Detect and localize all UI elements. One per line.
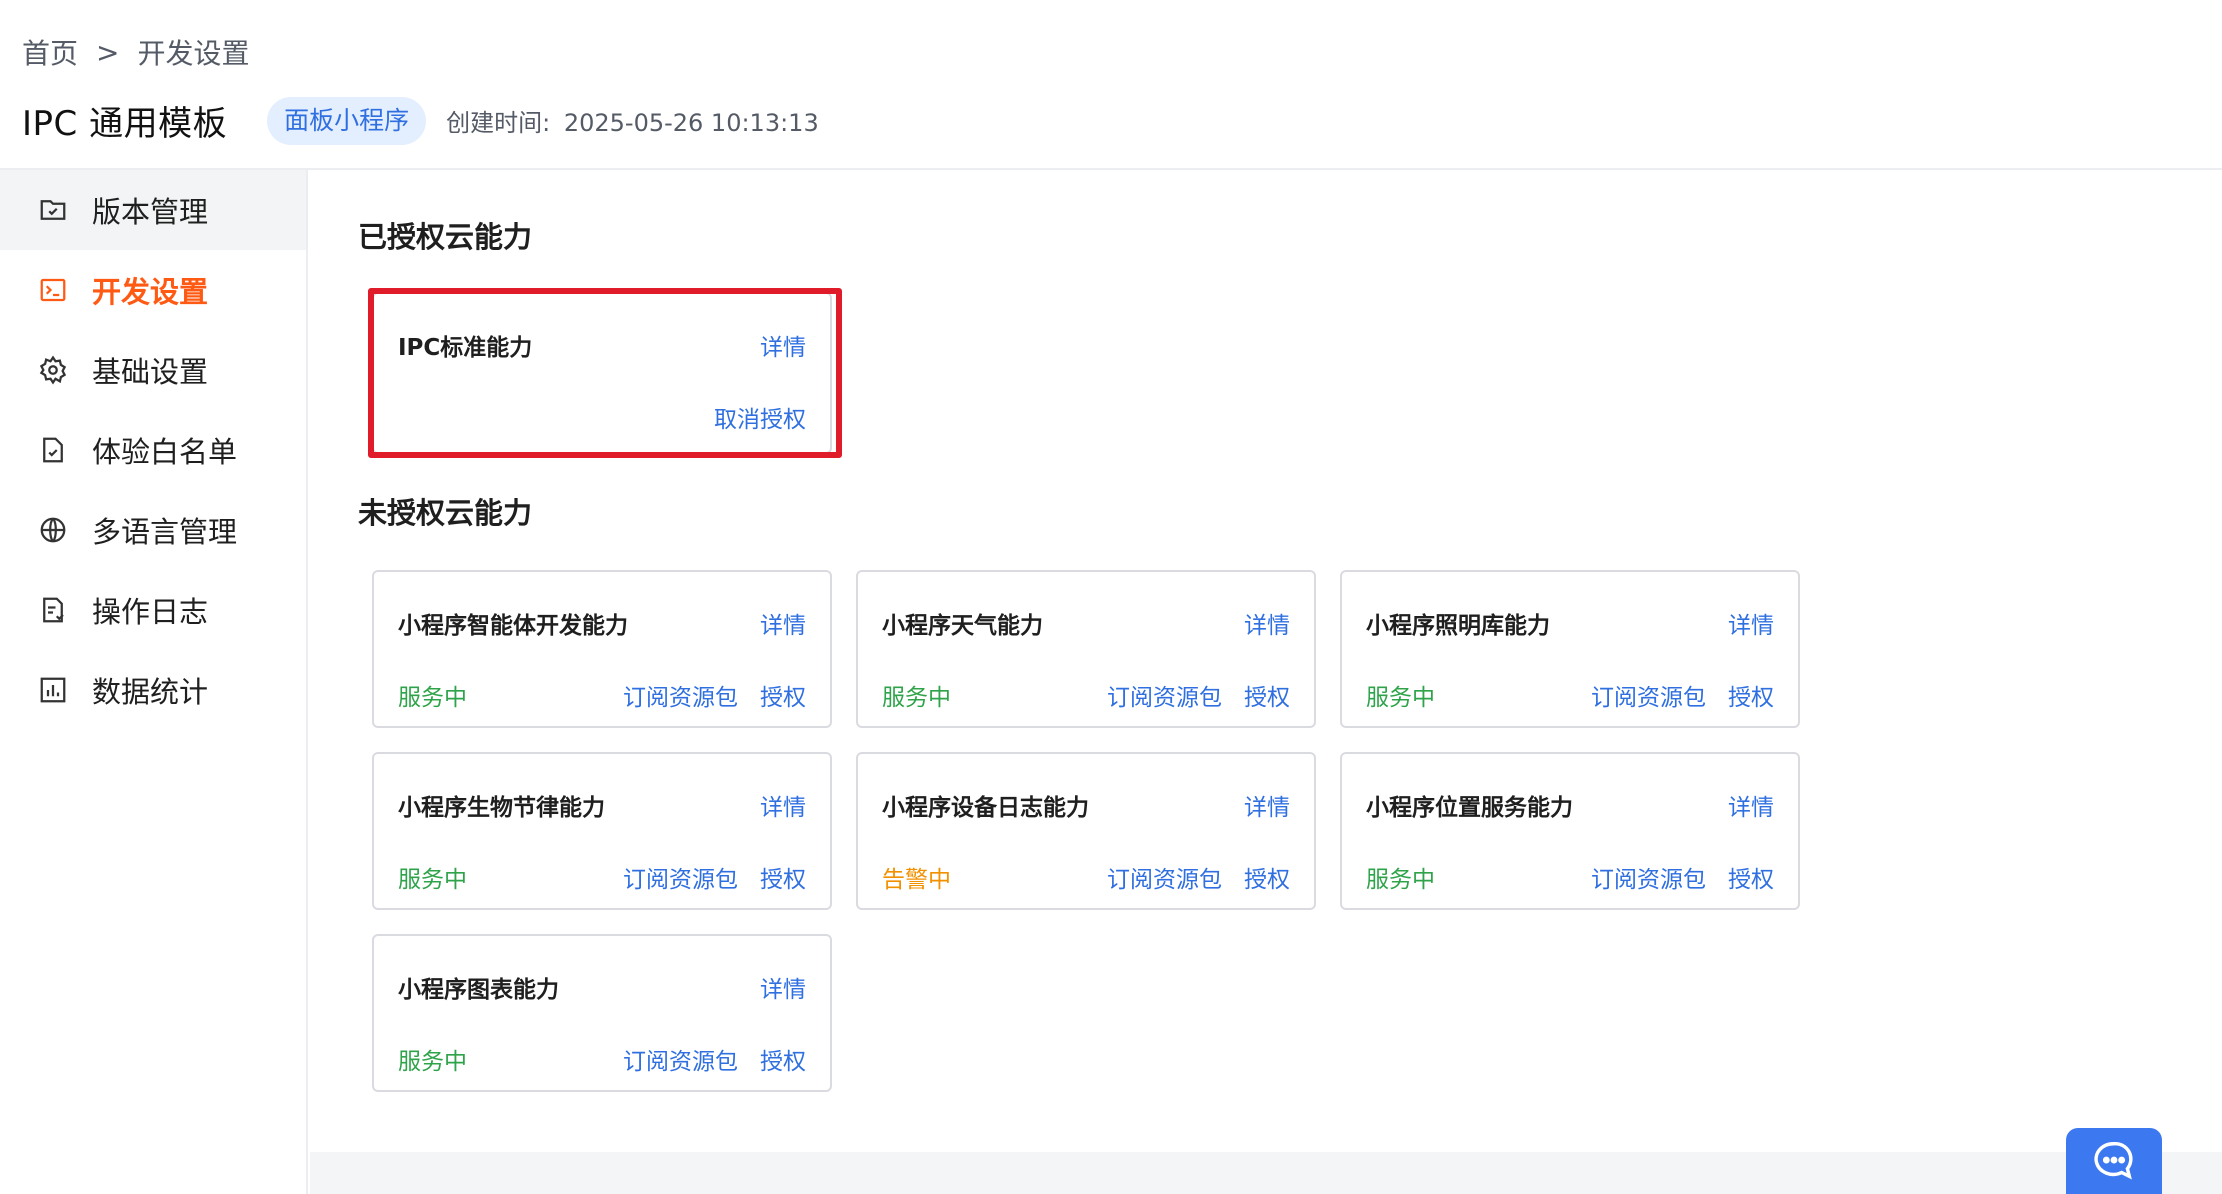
subscribe-package-link[interactable]: 订阅资源包 (1107, 678, 1222, 712)
status-badge: 服务中 (1366, 867, 1435, 893)
authorized-section-title: 已授权云能力 (358, 220, 533, 254)
card-title: 小程序位置服务能力 (1366, 795, 1573, 821)
sidebar-item-label: 体验白名单 (92, 435, 238, 469)
capability-card-agent-dev: 小程序智能体开发能力 详情 服务中 订阅资源包 授权 (372, 570, 832, 728)
card-actions: 订阅资源包 授权 (1107, 678, 1290, 712)
chart-icon (38, 675, 68, 705)
status-badge: 服务中 (1366, 685, 1435, 711)
sidebar-item-label: 操作日志 (92, 595, 209, 629)
created-time-label: 创建时间: (446, 109, 551, 137)
capability-card-lighting: 小程序照明库能力 详情 服务中 订阅资源包 授权 (1340, 570, 1800, 728)
sidebar-item-multilang[interactable]: 多语言管理 (0, 490, 306, 570)
sidebar-item-label: 数据统计 (92, 675, 209, 709)
breadcrumb-current: 开发设置 (137, 37, 250, 70)
authorize-link[interactable]: 授权 (760, 678, 806, 712)
bottom-scroll-area (310, 1152, 2222, 1194)
card-actions: 订阅资源包 授权 (1591, 860, 1774, 894)
detail-link[interactable]: 详情 (1728, 788, 1774, 822)
capability-card-biorhythm: 小程序生物节律能力 详情 服务中 订阅资源包 授权 (372, 752, 832, 910)
detail-link[interactable]: 详情 (760, 606, 806, 640)
sidebar: 版本管理 开发设置 基础设置 体验白名单 多语言管理 操作日志 数据统计 (0, 170, 308, 1194)
card-actions: 订阅资源包 授权 (1107, 860, 1290, 894)
subscribe-package-link[interactable]: 订阅资源包 (623, 678, 738, 712)
chat-support-button[interactable] (2066, 1128, 2162, 1194)
detail-link[interactable]: 详情 (1244, 606, 1290, 640)
card-actions: 订阅资源包 授权 (623, 1042, 806, 1076)
subscribe-package-link[interactable]: 订阅资源包 (1591, 678, 1706, 712)
type-tag: 面板小程序 (267, 96, 427, 145)
sidebar-item-basic-settings[interactable]: 基础设置 (0, 330, 306, 410)
status-badge: 服务中 (398, 685, 467, 711)
sidebar-item-label: 开发设置 (92, 275, 209, 309)
gear-icon (38, 355, 68, 385)
breadcrumb-separator: > (96, 35, 120, 69)
log-icon (38, 595, 68, 625)
detail-link[interactable]: 详情 (760, 970, 806, 1004)
subscribe-package-link[interactable]: 订阅资源包 (1591, 860, 1706, 894)
detail-link[interactable]: 详情 (1728, 606, 1774, 640)
sidebar-item-label: 多语言管理 (92, 515, 238, 549)
capability-card-chart: 小程序图表能力 详情 服务中 订阅资源包 授权 (372, 934, 832, 1092)
card-actions: 订阅资源包 授权 (1591, 678, 1774, 712)
detail-link[interactable]: 详情 (1244, 788, 1290, 822)
authorize-link[interactable]: 授权 (1244, 678, 1290, 712)
status-badge: 服务中 (398, 867, 467, 893)
sidebar-item-label: 基础设置 (92, 355, 209, 389)
page: 首页 > 开发设置 IPC 通用模板 面板小程序 创建时间: 2025-05-2… (0, 0, 2222, 1194)
version-icon (38, 195, 68, 225)
sidebar-item-dev-settings[interactable]: 开发设置 (0, 250, 306, 330)
page-header: 首页 > 开发设置 IPC 通用模板 面板小程序 创建时间: 2025-05-2… (0, 0, 2222, 170)
created-time-value: 2025-05-26 10:13:13 (563, 109, 819, 137)
card-title: 小程序生物节律能力 (398, 795, 605, 821)
whitelist-icon (38, 435, 68, 465)
authorize-link[interactable]: 授权 (1728, 860, 1774, 894)
title-row: IPC 通用模板 面板小程序 创建时间: 2025-05-26 10:13:13 (22, 96, 819, 145)
authorize-link[interactable]: 授权 (760, 1042, 806, 1076)
sidebar-item-version[interactable]: 版本管理 (0, 170, 306, 250)
card-title: 小程序智能体开发能力 (398, 613, 628, 639)
authorize-link[interactable]: 授权 (1728, 678, 1774, 712)
created-time: 创建时间: 2025-05-26 10:13:13 (446, 103, 819, 138)
globe-icon (38, 515, 68, 545)
terminal-icon (38, 275, 68, 305)
card-actions: 订阅资源包 授权 (623, 678, 806, 712)
main-content: 已授权云能力 IPC标准能力 详情 取消授权 未授权云能力 小程序智能体开发能力… (310, 170, 2222, 1194)
breadcrumb-home-link[interactable]: 首页 (22, 32, 78, 72)
authorize-link[interactable]: 授权 (760, 860, 806, 894)
sidebar-item-operation-log[interactable]: 操作日志 (0, 570, 306, 650)
chat-bubble-icon (2091, 1138, 2137, 1188)
subscribe-package-link[interactable]: 订阅资源包 (1107, 860, 1222, 894)
sidebar-item-whitelist[interactable]: 体验白名单 (0, 410, 306, 490)
subscribe-package-link[interactable]: 订阅资源包 (623, 1042, 738, 1076)
capability-card-device-log: 小程序设备日志能力 详情 告警中 订阅资源包 授权 (856, 752, 1316, 910)
unauthorized-section-title: 未授权云能力 (358, 496, 533, 530)
card-title: 小程序照明库能力 (1366, 613, 1550, 639)
card-title: 小程序设备日志能力 (882, 795, 1089, 821)
capability-card-location: 小程序位置服务能力 详情 服务中 订阅资源包 授权 (1340, 752, 1800, 910)
status-badge: 服务中 (398, 1049, 467, 1075)
highlight-annotation-box (368, 288, 842, 458)
status-badge: 服务中 (882, 685, 951, 711)
authorize-link[interactable]: 授权 (1244, 860, 1290, 894)
detail-link[interactable]: 详情 (760, 788, 806, 822)
card-title: 小程序天气能力 (882, 613, 1043, 639)
status-badge: 告警中 (882, 867, 951, 893)
breadcrumb: 首页 > 开发设置 (22, 32, 250, 72)
subscribe-package-link[interactable]: 订阅资源包 (623, 860, 738, 894)
card-actions: 订阅资源包 授权 (623, 860, 806, 894)
sidebar-item-statistics[interactable]: 数据统计 (0, 650, 306, 730)
page-title: IPC 通用模板 (22, 104, 228, 144)
card-title: 小程序图表能力 (398, 977, 559, 1003)
capability-card-weather: 小程序天气能力 详情 服务中 订阅资源包 授权 (856, 570, 1316, 728)
sidebar-item-label: 版本管理 (92, 195, 209, 229)
